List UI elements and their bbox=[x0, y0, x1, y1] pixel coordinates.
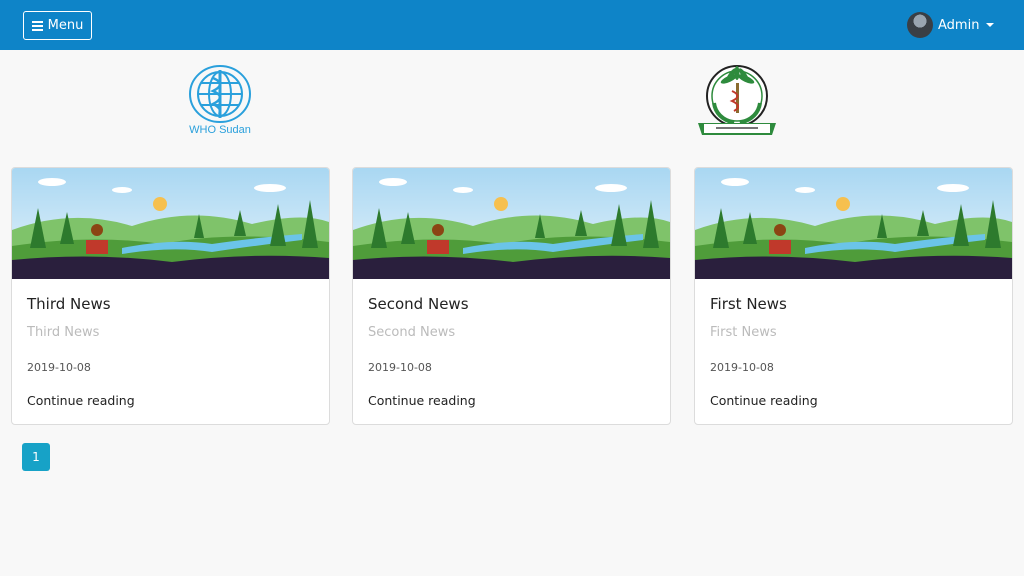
continue-reading-link[interactable]: Continue reading bbox=[368, 393, 476, 408]
news-subtitle: Third News bbox=[27, 325, 100, 340]
continue-reading-link[interactable]: Continue reading bbox=[710, 393, 818, 408]
news-date: 2019-10-08 bbox=[27, 361, 91, 374]
pagination-page-button[interactable]: 1 bbox=[22, 443, 50, 471]
news-card-image bbox=[12, 168, 329, 279]
news-card-image bbox=[353, 168, 670, 279]
news-date: 2019-10-08 bbox=[710, 361, 774, 374]
news-card-image bbox=[695, 168, 1012, 279]
menu-button[interactable]: Menu bbox=[23, 11, 92, 40]
ministry-logo bbox=[698, 65, 776, 135]
news-subtitle: Second News bbox=[368, 325, 456, 340]
news-card: Third News Third News 2019-10-08 Continu… bbox=[11, 167, 330, 425]
hamburger-icon bbox=[31, 20, 43, 31]
news-title: First News bbox=[710, 295, 787, 313]
news-title: Third News bbox=[27, 295, 111, 313]
top-navbar: Menu Admin bbox=[0, 0, 1024, 50]
news-title: Second News bbox=[368, 295, 469, 313]
news-subtitle: First News bbox=[710, 325, 777, 340]
news-card: First News First News 2019-10-08 Continu… bbox=[694, 167, 1013, 425]
caret-down-icon bbox=[986, 23, 995, 27]
user-name: Admin bbox=[938, 17, 980, 33]
news-card: Second News Second News 2019-10-08 Conti… bbox=[352, 167, 671, 425]
menu-button-label: Menu bbox=[47, 18, 84, 33]
continue-reading-link[interactable]: Continue reading bbox=[27, 393, 135, 408]
who-logo-text: WHO Sudan bbox=[189, 124, 251, 136]
avatar bbox=[907, 12, 933, 38]
user-menu[interactable]: Admin bbox=[907, 12, 995, 38]
news-date: 2019-10-08 bbox=[368, 361, 432, 374]
